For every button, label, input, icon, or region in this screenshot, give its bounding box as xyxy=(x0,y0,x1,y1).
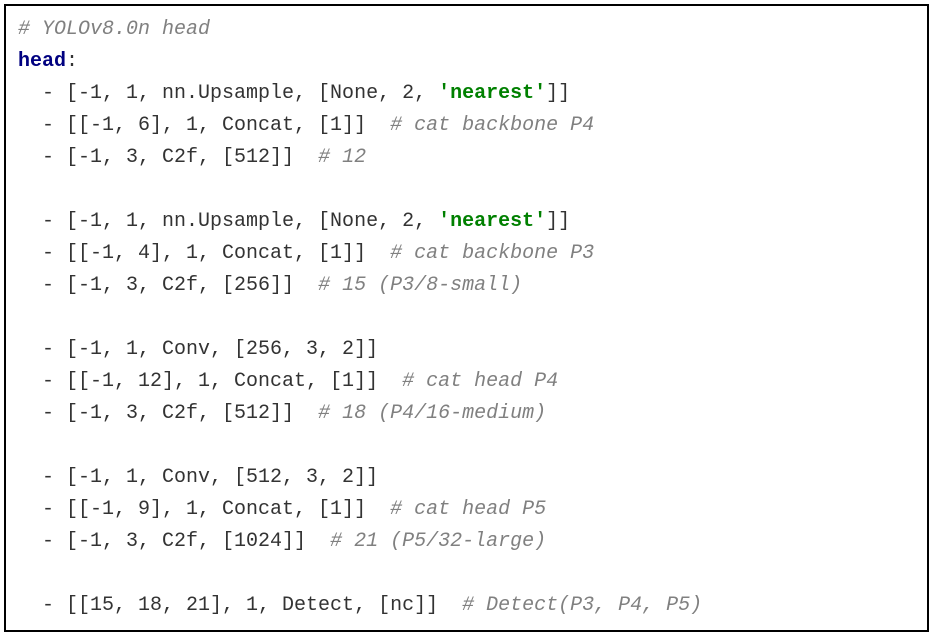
code-text: ]] xyxy=(546,82,570,105)
comment: # 18 (P4/16-medium) xyxy=(318,402,546,425)
dash: - xyxy=(18,338,66,361)
code-line-blank-4 xyxy=(18,558,915,590)
code-text: [-1, 1, nn.Upsample, [None, 2, xyxy=(66,210,438,233)
comment: # 21 (P5/32-large) xyxy=(330,530,546,553)
code-block: # YOLOv8.0n head head: - [-1, 1, nn.Upsam… xyxy=(4,4,929,632)
code-text: [-1, 1, nn.Upsample, [None, 2, xyxy=(66,82,438,105)
dash: - xyxy=(18,498,66,521)
code-text: [[15, 18, 21], 1, Detect, [nc]] xyxy=(66,594,462,617)
code-line-11: - [-1, 1, Conv, [256, 3, 2]] xyxy=(18,334,915,366)
code-line-blank-2 xyxy=(18,302,915,334)
dash: - xyxy=(18,274,66,297)
code-text: [[-1, 6], 1, Concat, [1]] xyxy=(66,114,390,137)
code-text: [[-1, 9], 1, Concat, [1]] xyxy=(66,498,390,521)
code-line-12: - [[-1, 12], 1, Concat, [1]] # cat head … xyxy=(18,366,915,398)
dash: - xyxy=(18,370,66,393)
code-line-blank-3 xyxy=(18,430,915,462)
comment: # cat backbone P4 xyxy=(390,114,594,137)
code-line-17: - [-1, 3, C2f, [1024]] # 21 (P5/32-large… xyxy=(18,526,915,558)
dash: - xyxy=(18,530,66,553)
code-line-2: head: xyxy=(18,46,915,78)
code-line-15: - [-1, 1, Conv, [512, 3, 2]] xyxy=(18,462,915,494)
comment: # 12 xyxy=(318,146,366,169)
code-text: [-1, 3, C2f, [512]] xyxy=(66,402,318,425)
code-text: [[-1, 12], 1, Concat, [1]] xyxy=(66,370,402,393)
code-line-blank-1 xyxy=(18,174,915,206)
dash: - xyxy=(18,594,66,617)
code-text: [-1, 3, C2f, [1024]] xyxy=(66,530,330,553)
comment: # cat backbone P3 xyxy=(390,242,594,265)
code-line-5: - [-1, 3, C2f, [512]] # 12 xyxy=(18,142,915,174)
code-text: [-1, 3, C2f, [256]] xyxy=(66,274,318,297)
comment: # cat head P4 xyxy=(402,370,558,393)
code-line-19: - [[15, 18, 21], 1, Detect, [nc]] # Dete… xyxy=(18,590,915,622)
dash: - xyxy=(18,210,66,233)
comment: # Detect(P3, P4, P5) xyxy=(462,594,702,617)
code-text: [-1, 3, C2f, [512]] xyxy=(66,146,318,169)
dash: - xyxy=(18,114,66,137)
string-literal: 'nearest' xyxy=(438,82,546,105)
code-text: [-1, 1, Conv, [512, 3, 2]] xyxy=(66,466,378,489)
code-line-13: - [-1, 3, C2f, [512]] # 18 (P4/16-medium… xyxy=(18,398,915,430)
colon: : xyxy=(66,50,78,73)
code-line-7: - [-1, 1, nn.Upsample, [None, 2, 'neares… xyxy=(18,206,915,238)
dash: - xyxy=(18,402,66,425)
string-literal: 'nearest' xyxy=(438,210,546,233)
comment: # YOLOv8.0n head xyxy=(18,18,210,41)
comment: # cat head P5 xyxy=(390,498,546,521)
dash: - xyxy=(18,146,66,169)
code-line-16: - [[-1, 9], 1, Concat, [1]] # cat head P… xyxy=(18,494,915,526)
code-line-8: - [[-1, 4], 1, Concat, [1]] # cat backbo… xyxy=(18,238,915,270)
comment: # 15 (P3/8-small) xyxy=(318,274,522,297)
yaml-key: head xyxy=(18,50,66,73)
code-line-3: - [-1, 1, nn.Upsample, [None, 2, 'neares… xyxy=(18,78,915,110)
code-line-9: - [-1, 3, C2f, [256]] # 15 (P3/8-small) xyxy=(18,270,915,302)
code-text: [-1, 1, Conv, [256, 3, 2]] xyxy=(66,338,378,361)
code-line-1: # YOLOv8.0n head xyxy=(18,14,915,46)
code-line-4: - [[-1, 6], 1, Concat, [1]] # cat backbo… xyxy=(18,110,915,142)
dash: - xyxy=(18,466,66,489)
dash: - xyxy=(18,82,66,105)
code-text: [[-1, 4], 1, Concat, [1]] xyxy=(66,242,390,265)
code-text: ]] xyxy=(546,210,570,233)
dash: - xyxy=(18,242,66,265)
